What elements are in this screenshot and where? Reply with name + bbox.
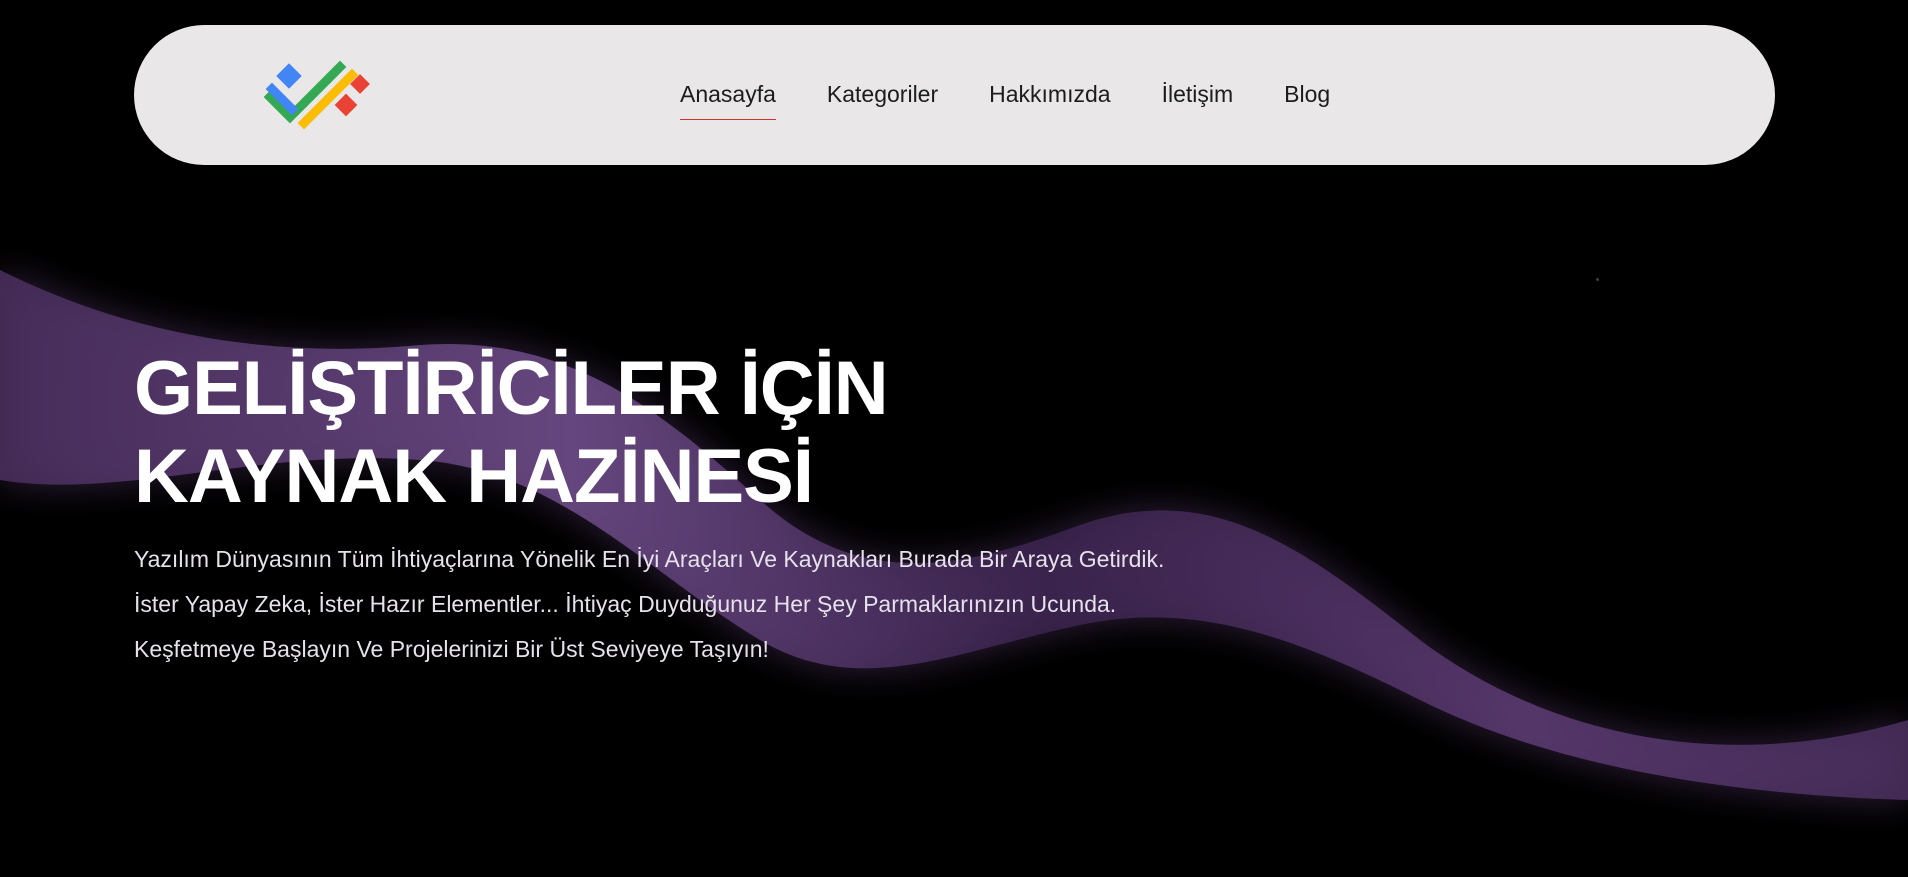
nav-item-hakkimizda[interactable]: Hakkımızda xyxy=(989,81,1110,110)
hero-description-line-1: Yazılım Dünyasının Tüm İhtiyaçlarına Yön… xyxy=(134,546,1165,572)
top-navbar: Anasayfa Kategoriler Hakkımızda İletişim… xyxy=(134,25,1775,165)
hero-title-line-1: GELİŞTİRİCİLER İÇİN xyxy=(134,346,889,431)
check-tags-logo-icon[interactable] xyxy=(264,53,384,137)
hero-description-line-2: İster Yapay Zeka, İster Hazır Elementler… xyxy=(134,591,1117,617)
page: Anasayfa Kategoriler Hakkımızda İletişim… xyxy=(0,0,1908,877)
nav-item-iletisim[interactable]: İletişim xyxy=(1162,81,1234,110)
hero-description: Yazılım Dünyasının Tüm İhtiyaçlarına Yön… xyxy=(134,537,1434,672)
main-nav: Anasayfa Kategoriler Hakkımızda İletişim… xyxy=(680,25,1330,165)
nav-item-kategoriler[interactable]: Kategoriler xyxy=(827,81,938,110)
hero-section: GELİŞTİRİCİLER İÇİN KAYNAK HAZİNESİ Yazı… xyxy=(134,345,1434,672)
hero-description-line-3: Keşfetmeye Başlayın Ve Projelerinizi Bir… xyxy=(134,636,769,662)
hero-title-line-2: KAYNAK HAZİNESİ xyxy=(134,434,814,519)
nav-item-anasayfa[interactable]: Anasayfa xyxy=(680,81,776,120)
decorative-dot xyxy=(1596,278,1599,281)
hero-title: GELİŞTİRİCİLER İÇİN KAYNAK HAZİNESİ xyxy=(134,345,1434,521)
nav-item-blog[interactable]: Blog xyxy=(1284,81,1330,110)
